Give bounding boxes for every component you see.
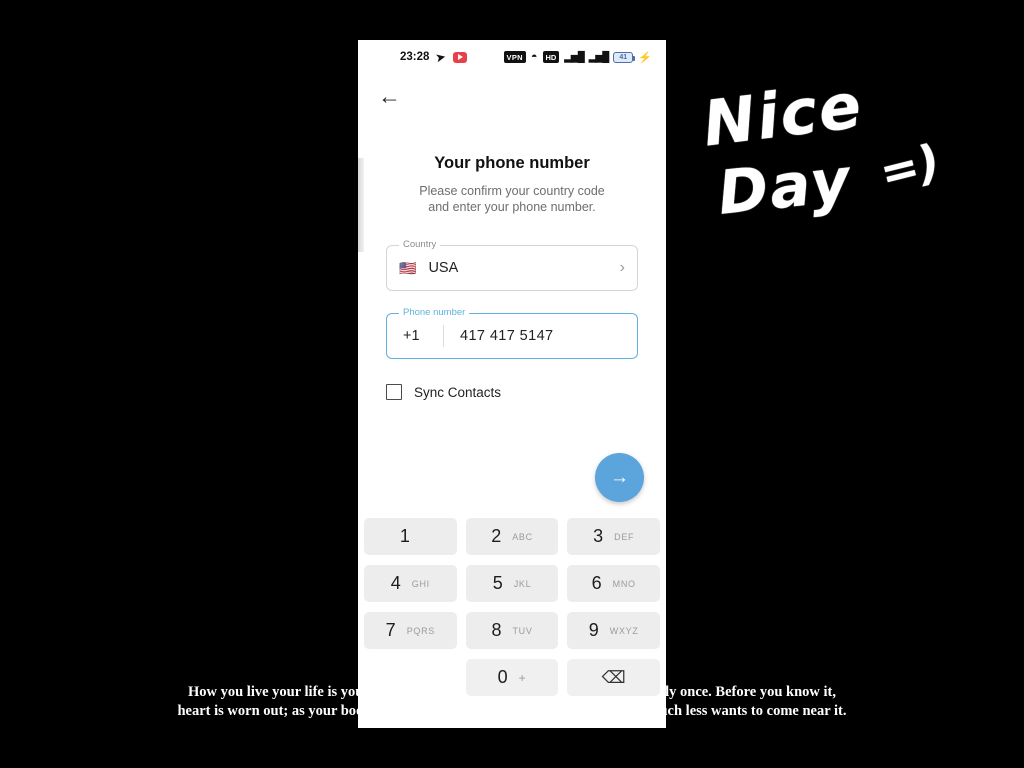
hd-icon: HD (542, 51, 560, 63)
handwriting-smiley: =) (874, 133, 946, 201)
keypad-row: 1 2 ABC 3 DEF (364, 518, 661, 555)
key-2[interactable]: 2 ABC (465, 518, 559, 555)
key-8[interactable]: 8 TUV (465, 612, 559, 649)
key-number: 9 (588, 620, 599, 640)
us-flag-icon: 🇺🇸 (399, 259, 417, 276)
key-number: 5 (492, 573, 503, 593)
keypad-row: 0 + ⌫ (364, 659, 661, 696)
country-label: Country (399, 239, 441, 250)
key-number: 8 (491, 620, 502, 640)
handwriting-day: Day (714, 145, 855, 229)
field-divider (443, 325, 444, 347)
key-backspace[interactable]: ⌫ (567, 659, 661, 696)
status-bar: 23:28 ➤ VPN ◓ HD ▂▅█ ▂▅█ 41 ⚡ (358, 40, 666, 74)
page-title: Your phone number (434, 154, 590, 172)
numeric-keypad: 1 2 ABC 3 DEF 4 GHI 5 JKL 6 MNO 7 PQRS 8… (358, 518, 666, 696)
key-letters: TUV (512, 625, 533, 636)
sync-contacts-label: Sync Contacts (414, 384, 502, 400)
backspace-icon: ⌫ (601, 667, 626, 687)
key-letters: GHI (411, 578, 430, 589)
continue-fab-button[interactable]: → (595, 453, 644, 502)
key-letters: MNO (612, 578, 636, 589)
youtube-icon (452, 51, 467, 63)
key-number: 2 (491, 526, 502, 546)
screenshot-canvas: Amor c o amato amar perdona. How you liv… (0, 0, 1024, 768)
charging-bolt-icon: ⚡ (638, 51, 652, 64)
signal-bars-icon: ▂▅█ (564, 51, 584, 63)
phone-number-value: 417 417 5147 (460, 328, 554, 344)
vpn-icon: VPN (503, 51, 526, 63)
key-5[interactable]: 5 JKL (465, 565, 559, 602)
form-fields: Country 🇺🇸 USA › Phone number +1 417 417… (358, 239, 666, 359)
key-9[interactable]: 9 WXYZ (567, 612, 661, 649)
chevron-right-icon[interactable]: › (620, 259, 625, 277)
telegram-icon: ➤ (435, 50, 447, 65)
key-1[interactable]: 1 (364, 518, 457, 555)
arrow-right-icon: → (610, 467, 629, 488)
page-subtitle-line1: Please confirm your country code (419, 184, 605, 198)
screen-edge-artifact (358, 158, 364, 252)
key-spacer (364, 659, 457, 696)
status-time: 23:28 (400, 51, 430, 63)
key-6[interactable]: 6 MNO (567, 565, 661, 602)
country-value: USA (428, 260, 459, 276)
key-0[interactable]: 0 + (465, 659, 559, 696)
key-number: 4 (390, 573, 401, 593)
country-select[interactable]: Country 🇺🇸 USA › (386, 239, 638, 291)
battery-level: 41 (619, 53, 628, 61)
keypad-row: 7 PQRS 8 TUV 9 WXYZ (364, 612, 661, 649)
key-letters: ABC (512, 531, 533, 542)
signal-bars-icon: ▂▅█ (588, 51, 609, 63)
key-number: 7 (385, 620, 396, 640)
phone-number-label: Phone number (399, 307, 470, 318)
key-letters: WXYZ (609, 625, 639, 636)
battery-icon: 41 (613, 51, 636, 63)
screen-heading: Your phone number Please confirm your co… (358, 154, 666, 215)
keypad-row: 4 GHI 5 JKL 6 MNO (364, 565, 661, 602)
key-letters: JKL (513, 578, 532, 589)
country-code-prefix: +1 (403, 328, 420, 344)
key-letters: PQRS (406, 625, 435, 636)
page-subtitle: Please confirm your country code and ent… (358, 183, 666, 215)
phone-screenshot: 23:28 ➤ VPN ◓ HD ▂▅█ ▂▅█ 41 ⚡ ← Your pho… (358, 40, 666, 728)
app-navbar: ← (358, 74, 666, 118)
arrow-left-icon[interactable]: ← (378, 84, 401, 108)
wifi-icon: ◓ (530, 51, 538, 63)
sync-contacts-row[interactable]: Sync Contacts (358, 384, 666, 400)
key-7[interactable]: 7 PQRS (364, 612, 457, 649)
key-plus: + (518, 670, 527, 685)
key-number: 3 (593, 526, 604, 546)
key-number: 6 (591, 573, 602, 593)
key-letters: DEF (614, 531, 635, 542)
page-subtitle-line2: and enter your phone number. (428, 200, 596, 214)
key-3[interactable]: 3 DEF (567, 518, 661, 555)
key-4[interactable]: 4 GHI (364, 565, 457, 602)
phone-number-input[interactable]: Phone number +1 417 417 5147 (386, 307, 638, 359)
key-number: 1 (399, 526, 410, 546)
key-number: 0 (497, 667, 508, 687)
sync-contacts-checkbox[interactable] (386, 384, 402, 400)
